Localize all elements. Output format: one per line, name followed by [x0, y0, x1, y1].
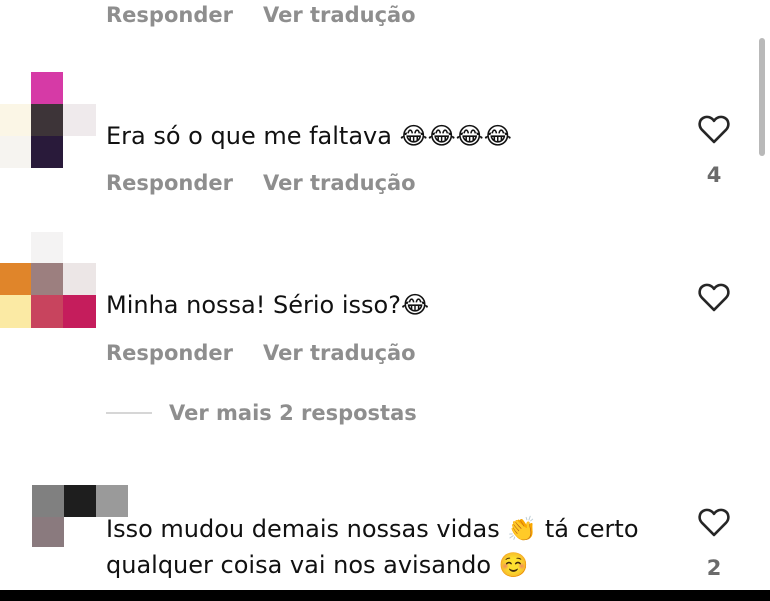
see-translation-button[interactable]: Ver tradução: [263, 5, 416, 26]
comment-text: Era só o que me faltava 😂😂😂😂: [106, 122, 512, 150]
reply-button[interactable]: Responder: [106, 343, 233, 364]
view-more-divider: [106, 412, 152, 414]
comment-text: Isso mudou demais nossas vidas 👏 tá cert…: [106, 515, 639, 579]
view-more-replies-button[interactable]: Ver mais 2 respostas: [169, 403, 417, 424]
like-count: 2: [706, 556, 722, 580]
heart-outline-icon[interactable]: [697, 114, 731, 144]
avatar[interactable]: [0, 72, 96, 168]
scrollbar-thumb[interactable]: [759, 38, 765, 156]
avatar[interactable]: [0, 232, 96, 328]
bottom-bar: [0, 590, 770, 601]
reply-button[interactable]: Responder: [106, 173, 233, 194]
like-count: 4: [706, 163, 722, 187]
reply-button[interactable]: Responder: [106, 5, 233, 26]
see-translation-button[interactable]: Ver tradução: [263, 343, 416, 364]
comment-text: Minha nossa! Sério isso?😂: [106, 291, 429, 319]
see-translation-button[interactable]: Ver tradução: [263, 173, 416, 194]
heart-outline-icon[interactable]: [697, 507, 731, 537]
heart-outline-icon[interactable]: [697, 282, 731, 312]
